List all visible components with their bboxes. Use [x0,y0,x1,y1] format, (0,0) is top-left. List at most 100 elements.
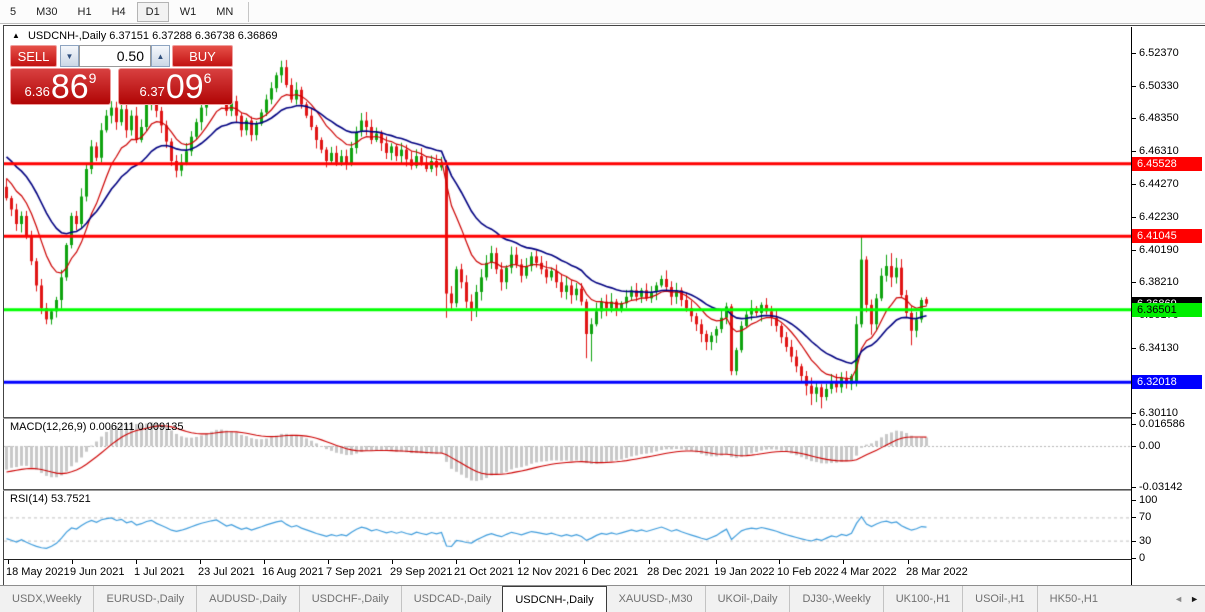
date-label: 16 Aug 2021 [262,566,324,578]
rsi-axis-label: 70 [1139,511,1152,523]
tab-scroll-arrows: ◄ ► [1171,586,1202,612]
date-label: 1 Jul 2021 [134,566,185,578]
tab-usdx-weekly[interactable]: USDX,Weekly [0,586,93,612]
trading-terminal: 5 M30 H1 H4 D1 W1 MN ▲ USDCNH-,Daily 6.37151 6… [0,0,1205,612]
price-tick-mark [1132,282,1136,283]
date-label: 18 May 2021 [6,566,70,578]
volume-decrease-button[interactable]: ▼ [60,45,79,67]
price-tick-label: 6.44270 [1139,178,1179,190]
rsi-axis-label: 0 [1139,552,1146,564]
price-tick-mark [1132,151,1136,152]
chevron-down-icon: ▼ [65,51,74,61]
price-tick-mark [1132,184,1136,185]
date-tick-mark [716,560,717,564]
title-arrow-icon: ▲ [12,31,20,40]
date-tick-mark [908,560,909,564]
price-tick-label: 6.40190 [1139,244,1179,256]
price-line-label: 6.36501 [1132,303,1202,317]
date-label: 21 Oct 2021 [454,566,514,578]
tab-usoil-h1[interactable]: USOil-,H1 [962,586,1037,612]
macd-axis-label: -0.03142 [1139,481,1183,493]
ask-price-prefix: 6.37 [139,84,165,99]
buy-button[interactable]: BUY [172,45,233,67]
price-axis[interactable]: 6.52370 6.50330 6.48350 6.46310 6.44270 6.422… [1131,27,1205,585]
timeframe-h1[interactable]: H1 [69,2,101,22]
date-label: 29 Sep 2021 [390,566,453,578]
date-tick-mark [584,560,585,564]
tab-uk100-h1[interactable]: UK100-,H1 [882,586,962,612]
date-tick-mark [779,560,780,564]
rsi-label: RSI(14) 53.7521 [10,493,91,505]
bid-price-big-digits: 86 [50,68,89,106]
date-tick-mark [456,560,457,564]
rsi-tick-mark [1132,541,1136,542]
price-tick-mark [1132,86,1136,87]
tab-usdcad-daily[interactable]: USDCAD-,Daily [400,586,504,612]
date-label: 9 Jun 2021 [70,566,125,578]
price-tick-label: 6.38210 [1139,276,1179,288]
price-tick-mark [1132,217,1136,218]
timeframe-h4[interactable]: H4 [103,2,135,22]
date-tick-mark [649,560,650,564]
tab-eurusd-daily[interactable]: EURUSD-,Daily [93,586,196,612]
rsi-tick-mark [1132,558,1136,559]
tab-scroll-right-icon[interactable]: ► [1190,594,1199,604]
volume-input[interactable] [79,45,151,67]
bid-quote-panel[interactable]: 6.36 86 9 [10,68,111,105]
price-tick-label: 6.34130 [1139,342,1179,354]
date-tick-mark [843,560,844,564]
macd-label: MACD(12,26,9) 0.006211 0.009135 [10,421,184,433]
tab-audusd-daily[interactable]: AUDUSD-,Daily [196,586,299,612]
macd-axis-label: 0.00 [1139,440,1161,452]
tab-hk50-h1[interactable]: HK50-,H1 [1036,586,1110,612]
price-tick-label: 6.46310 [1139,145,1179,157]
ask-price-pip-digit: 6 [203,70,212,86]
date-label: 28 Mar 2022 [906,566,968,578]
price-line-label: 6.41045 [1132,229,1202,243]
timeframe-d1[interactable]: D1 [136,1,169,22]
date-tick-mark [200,560,201,564]
rsi-tick-mark [1132,517,1136,518]
date-tick-mark [519,560,520,564]
date-label: 7 Sep 2021 [326,566,383,578]
chevron-up-icon: ▲ [156,51,165,61]
price-tick-label: 6.42230 [1139,211,1179,223]
date-tick-mark [392,560,393,564]
tab-usdcnh-daily[interactable]: USDCNH-,Daily [502,586,607,612]
date-tick-mark [72,560,73,564]
date-tick-mark [328,560,329,564]
bid-price-pip-digit: 9 [88,70,97,86]
ask-price-big-digits: 09 [165,68,204,106]
timeframe-5[interactable]: 5 [1,2,25,22]
sell-button[interactable]: SELL [10,45,57,67]
date-label: 23 Jul 2021 [198,566,255,578]
tab-scroll-left-icon[interactable]: ◄ [1174,594,1183,604]
tab-xauusd-m30[interactable]: XAUUSD-,M30 [607,586,705,612]
timeframe-m30[interactable]: M30 [27,2,66,22]
tab-ukoil-daily[interactable]: UKOil-,Daily [704,586,790,612]
tab-dj30-weekly[interactable]: DJ30-,Weekly [789,586,882,612]
macd-tick-mark [1132,424,1136,425]
chart-tab-bar: USDX,Weekly EURUSD-,Daily AUDUSD-,Daily USD… [0,585,1205,612]
volume-increase-button[interactable]: ▲ [151,45,170,67]
timeframe-w1[interactable]: W1 [171,2,206,22]
macd-axis-label: 0.016586 [1139,418,1185,430]
chart-title: ▲ USDCNH-,Daily 6.37151 6.37288 6.36738 … [12,30,278,42]
ask-quote-panel[interactable]: 6.37 09 6 [118,68,233,105]
price-line-label: 6.32018 [1132,375,1202,389]
price-tick-mark [1132,118,1136,119]
timeframe-mn[interactable]: MN [207,2,242,22]
tab-usdchf-daily[interactable]: USDCHF-,Daily [298,586,401,612]
price-tick-mark [1132,413,1136,414]
chart-frame-top [3,25,1205,26]
macd-tick-mark [1132,446,1136,447]
rsi-axis-label: 100 [1139,494,1158,506]
date-label: 6 Dec 2021 [582,566,639,578]
rsi-indicator-chart[interactable] [4,491,1131,559]
date-tick-mark [264,560,265,564]
timeframe-toolbar: 5 M30 H1 H4 D1 W1 MN [0,0,1205,24]
price-tick-mark [1132,53,1136,54]
date-tick-mark [136,560,137,564]
date-axis[interactable]: 18 May 2021 9 Jun 2021 1 Jul 2021 23 Jul 20… [4,559,1131,585]
toolbar-separator [248,1,250,22]
